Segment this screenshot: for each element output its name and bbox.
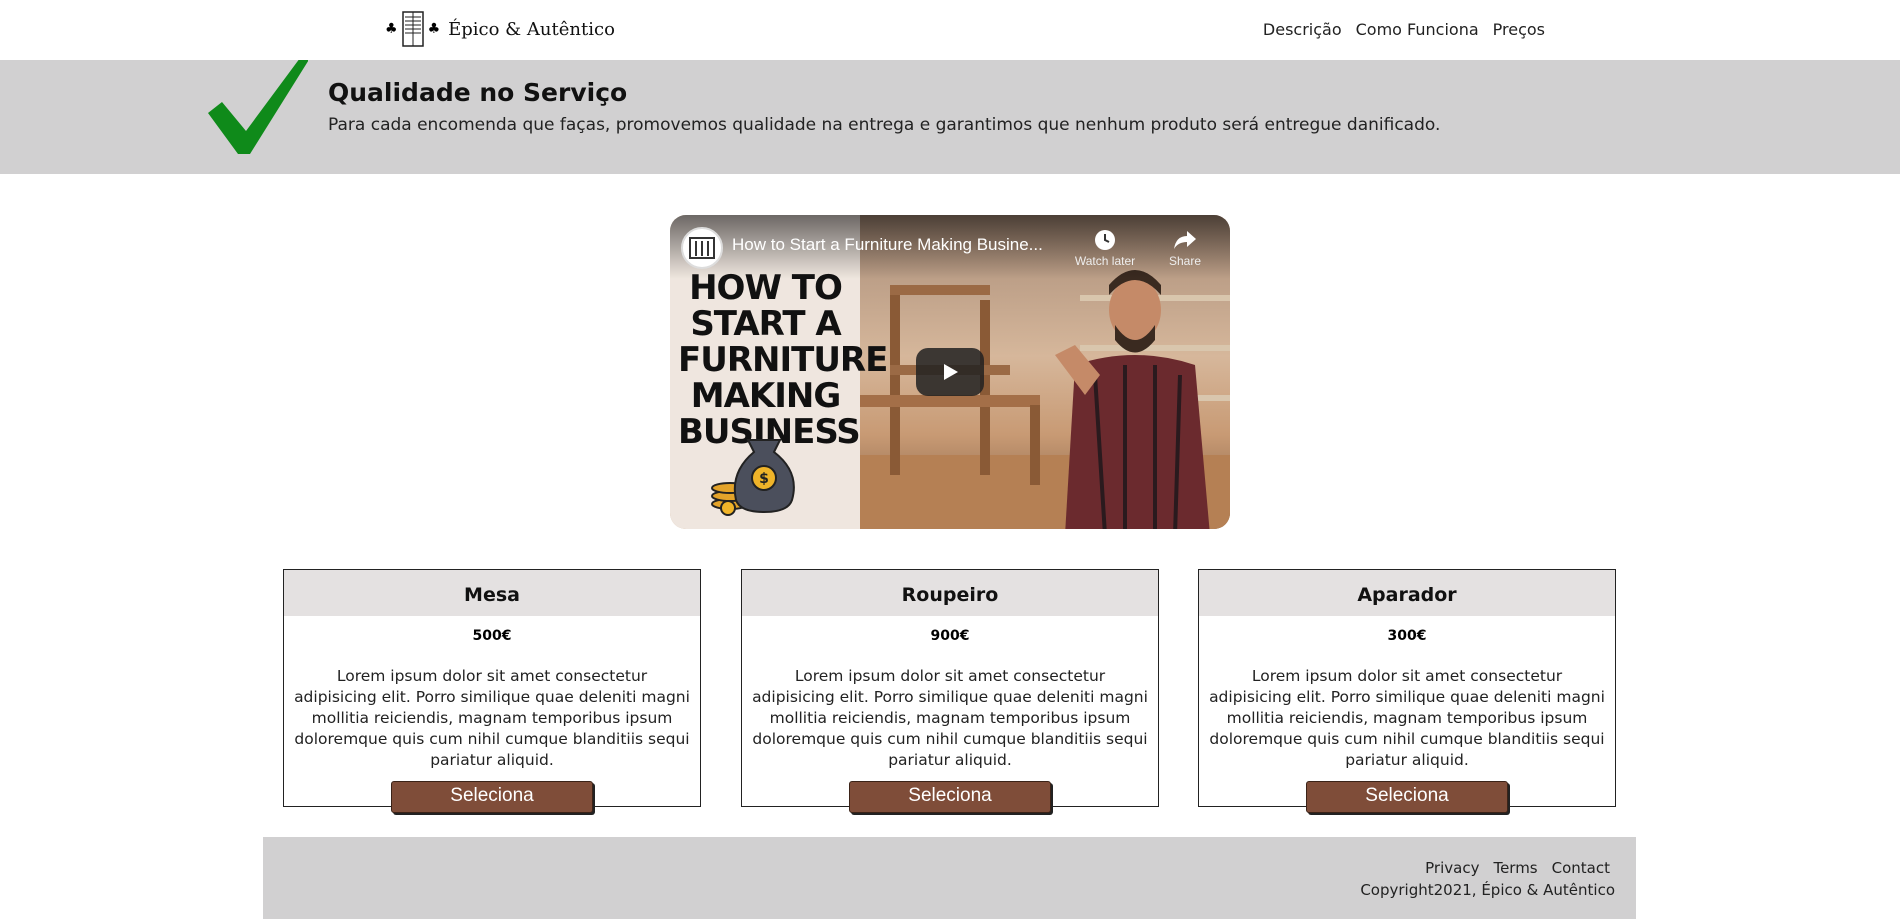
checkmark-icon xyxy=(208,60,308,154)
product-card-aparador: Aparador 300€ Lorem ipsum dolor sit amet… xyxy=(1198,569,1616,813)
wardrobe-icon xyxy=(401,11,424,47)
site-header: ♣ ♣ Épico & Autêntico Descrição Como Fun… xyxy=(0,0,1900,60)
play-button[interactable] xyxy=(916,348,984,396)
logo[interactable]: ♣ ♣ Épico & Autêntico xyxy=(385,10,615,48)
share-button[interactable]: Share xyxy=(1160,229,1210,268)
svg-text:$: $ xyxy=(759,471,769,487)
select-button-mesa[interactable]: Seleciona xyxy=(391,781,593,813)
select-button-aparador[interactable]: Seleciona xyxy=(1306,781,1508,813)
video-embed[interactable]: HOW TO START A FURNITURE MAKING BUSINESS… xyxy=(670,215,1230,529)
video-title[interactable]: How to Start a Furniture Making Busine..… xyxy=(732,235,1043,255)
card-description: Lorem ipsum dolor sit amet consectetur a… xyxy=(294,667,690,769)
copyright-text: Copyright2021, Épico & Autêntico xyxy=(1360,881,1615,899)
banner-text: Para cada encomenda que faças, promovemo… xyxy=(328,115,1441,135)
card-description: Lorem ipsum dolor sit amet consectetur a… xyxy=(752,667,1148,769)
card-title: Aparador xyxy=(1199,570,1615,616)
product-card-mesa: Mesa 500€ Lorem ipsum dolor sit amet con… xyxy=(283,569,701,813)
logo-text: Épico & Autêntico xyxy=(448,18,615,40)
woodworker-illustration xyxy=(1055,270,1210,529)
product-card-roupeiro: Roupeiro 900€ Lorem ipsum dolor sit amet… xyxy=(741,569,1159,813)
select-button-roupeiro[interactable]: Seleciona xyxy=(849,781,1051,813)
card-description: Lorem ipsum dolor sit amet consectetur a… xyxy=(1209,667,1605,769)
quality-banner: Qualidade no Serviço Para cada encomenda… xyxy=(0,60,1900,174)
footer-link-contact[interactable]: Contact xyxy=(1552,859,1610,877)
nav-link-descricao[interactable]: Descrição xyxy=(1263,20,1342,39)
footer-link-privacy[interactable]: Privacy xyxy=(1425,859,1479,877)
club-ornament-icon: ♣ xyxy=(385,21,398,37)
main-nav: Descrição Como Funciona Preços xyxy=(1263,20,1545,39)
money-bag-icon: $ xyxy=(711,439,795,516)
club-ornament-icon: ♣ xyxy=(427,21,441,37)
footer-link-terms[interactable]: Terms xyxy=(1493,859,1537,877)
banner-title: Qualidade no Serviço xyxy=(328,78,628,107)
clock-icon xyxy=(1095,230,1115,250)
channel-avatar[interactable] xyxy=(681,227,723,269)
card-price: 500€ xyxy=(472,628,512,644)
card-title: Mesa xyxy=(284,570,700,616)
bookshelf-icon xyxy=(689,237,715,259)
footer-links: Privacy Terms Contact xyxy=(1425,859,1610,877)
watch-later-button[interactable]: Watch later xyxy=(1065,229,1145,268)
card-title: Roupeiro xyxy=(742,570,1158,616)
play-icon xyxy=(944,364,958,380)
card-price: 300€ xyxy=(1387,628,1427,644)
site-footer: Privacy Terms Contact Copyright2021, Épi… xyxy=(263,837,1636,919)
nav-link-como-funciona[interactable]: Como Funciona xyxy=(1356,20,1479,39)
share-arrow-icon xyxy=(1174,231,1196,249)
nav-link-precos[interactable]: Preços xyxy=(1493,20,1545,39)
card-price: 900€ xyxy=(930,628,970,644)
